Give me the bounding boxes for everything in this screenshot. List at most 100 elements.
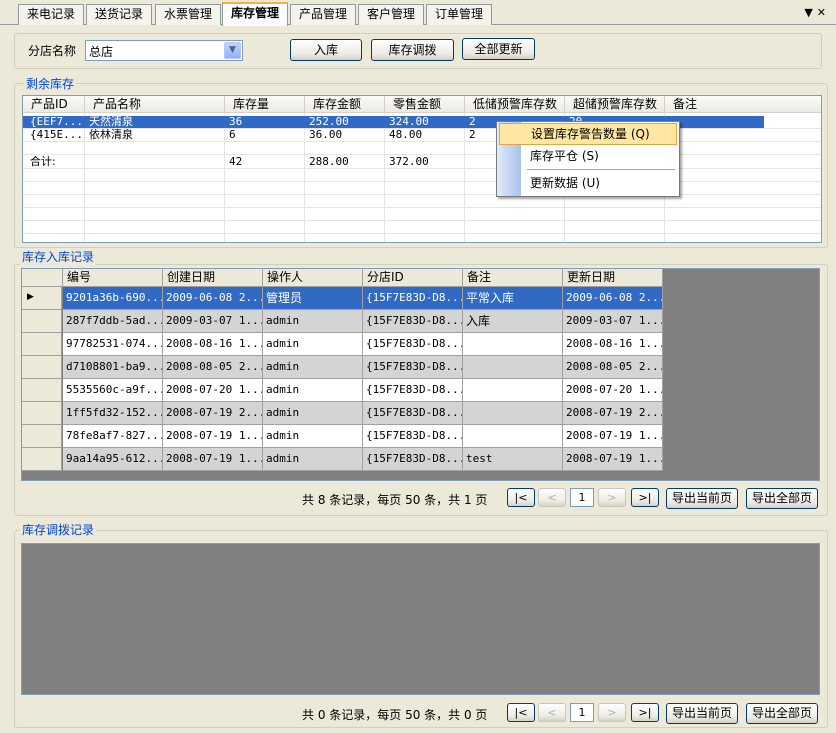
table-cell[interactable]: d7108801-ba9... — [63, 356, 163, 379]
col-header-retail-amount[interactable]: 零售金额 — [385, 96, 465, 113]
transfers-export-current-button[interactable]: 导出当前页 — [666, 703, 738, 724]
menu-item-set-warning[interactable]: 设置库存警告数量 (Q) — [499, 123, 677, 145]
table-cell[interactable]: 平常入库 — [463, 287, 563, 310]
col-header-branch-id[interactable]: 分店ID — [363, 269, 463, 287]
col-header-updated[interactable]: 更新日期 — [563, 269, 663, 287]
records-export-all-button[interactable]: 导出全部页 — [746, 488, 818, 509]
tab-products[interactable]: 产品管理 — [290, 4, 357, 25]
table-cell[interactable] — [463, 425, 563, 448]
row-header[interactable] — [22, 356, 62, 379]
row-header[interactable] — [22, 310, 62, 333]
tab-orders[interactable]: 订单管理 — [426, 4, 493, 25]
row-header[interactable]: ▶ — [22, 287, 62, 310]
records-next-page-button[interactable]: > — [598, 488, 626, 507]
menu-item-stock-balance[interactable]: 库存平仓 (S) — [499, 145, 677, 167]
refresh-all-button[interactable]: 全部更新 — [462, 38, 535, 60]
close-icon[interactable]: ✕ — [817, 6, 830, 19]
table-cell[interactable]: {15F7E83D-D8... — [363, 425, 463, 448]
tab-delivery-records[interactable]: 送货记录 — [86, 4, 153, 25]
transfers-export-all-button[interactable]: 导出全部页 — [746, 703, 818, 724]
row-header[interactable] — [22, 448, 62, 471]
chevron-down-icon[interactable]: ▼ — [224, 42, 241, 59]
transfers-prev-page-button[interactable]: < — [538, 703, 566, 722]
table-cell[interactable]: 入库 — [463, 310, 563, 333]
table-cell[interactable] — [463, 402, 563, 425]
table-cell[interactable]: admin — [263, 425, 363, 448]
tab-water-tickets[interactable]: 水票管理 — [155, 4, 222, 25]
table-cell[interactable]: test — [463, 448, 563, 471]
table-cell[interactable]: 2008-08-16 1... — [163, 333, 263, 356]
table-cell[interactable]: 2008-07-19 2... — [163, 402, 263, 425]
records-grid[interactable]: 编号 创建日期 操作人 分店ID 备注 更新日期 ▶ 9201a36b-690..… — [21, 268, 820, 481]
table-cell[interactable]: 2009-03-07 1... — [163, 310, 263, 333]
table-cell[interactable] — [463, 379, 563, 402]
table-cell[interactable] — [463, 356, 563, 379]
transfers-page-input[interactable]: 1 — [570, 703, 594, 722]
table-cell[interactable]: 2008-08-16 1... — [563, 333, 663, 356]
inventory-list[interactable]: 产品ID 产品名称 库存量 库存金额 零售金额 低储预警库存数 超储预警库存数 … — [22, 95, 822, 243]
table-cell[interactable]: 78fe8af7-827... — [63, 425, 163, 448]
table-cell[interactable]: 管理员 — [263, 287, 363, 310]
branch-select[interactable]: 总店 ▼ — [85, 40, 243, 61]
table-cell[interactable]: 2008-08-05 2... — [163, 356, 263, 379]
table-cell[interactable] — [463, 333, 563, 356]
table-cell[interactable]: 2008-08-05 2... — [563, 356, 663, 379]
table-cell[interactable]: 2009-06-08 2... — [163, 287, 263, 310]
table-cell[interactable]: {15F7E83D-D8... — [363, 402, 463, 425]
table-cell[interactable]: 2008-07-19 2... — [563, 402, 663, 425]
table-cell[interactable]: 2008-07-20 1... — [563, 379, 663, 402]
transfers-grid[interactable] — [21, 543, 820, 695]
table-cell[interactable]: admin — [263, 379, 363, 402]
records-export-current-button[interactable]: 导出当前页 — [666, 488, 738, 509]
records-prev-page-button[interactable]: < — [538, 488, 566, 507]
col-header-operator[interactable]: 操作人 — [263, 269, 363, 287]
table-cell[interactable]: admin — [263, 356, 363, 379]
table-cell[interactable]: 287f7ddb-5ad... — [63, 310, 163, 333]
table-cell[interactable]: 2009-06-08 2... — [563, 287, 663, 310]
table-cell[interactable]: admin — [263, 310, 363, 333]
transfers-last-page-button[interactable]: >| — [631, 703, 659, 722]
col-header-product-id[interactable]: 产品ID — [23, 96, 85, 113]
table-cell[interactable]: 2009-03-07 1... — [563, 310, 663, 333]
in-stock-button[interactable]: 入库 — [290, 39, 362, 61]
row-header[interactable] — [22, 402, 62, 425]
chevron-down-icon[interactable]: ▼ — [804, 6, 816, 19]
col-header-product-name[interactable]: 产品名称 — [85, 96, 225, 113]
col-header-created[interactable]: 创建日期 — [163, 269, 263, 287]
row-header[interactable] — [22, 425, 62, 448]
records-page-input[interactable]: 1 — [570, 488, 594, 507]
table-cell[interactable]: admin — [263, 448, 363, 471]
col-header-stock-qty[interactable]: 库存量 — [225, 96, 305, 113]
table-cell[interactable]: {15F7E83D-D8... — [363, 333, 463, 356]
menu-item-refresh-data[interactable]: 更新数据 (U) — [499, 172, 677, 194]
table-cell[interactable]: 2008-07-19 1... — [563, 448, 663, 471]
row-header[interactable] — [22, 379, 62, 402]
table-cell[interactable]: 2008-07-19 1... — [563, 425, 663, 448]
tab-customers[interactable]: 客户管理 — [358, 4, 425, 25]
table-cell[interactable]: {15F7E83D-D8... — [363, 310, 463, 333]
table-cell[interactable]: 5535560c-a9f... — [63, 379, 163, 402]
transfers-first-page-button[interactable]: |< — [507, 703, 535, 722]
table-cell[interactable]: {15F7E83D-D8... — [363, 379, 463, 402]
col-header-id[interactable]: 编号 — [63, 269, 163, 287]
col-header-stock-amount[interactable]: 库存金额 — [305, 96, 385, 113]
table-cell[interactable]: 97782531-074... — [63, 333, 163, 356]
col-header-high-warning[interactable]: 超储预警库存数 — [565, 96, 665, 113]
col-header-remark[interactable]: 备注 — [463, 269, 563, 287]
table-cell[interactable]: 9201a36b-690... — [63, 287, 163, 310]
table-cell[interactable]: admin — [263, 333, 363, 356]
table-cell[interactable]: {15F7E83D-D8... — [363, 448, 463, 471]
tab-call-records[interactable]: 来电记录 — [18, 4, 85, 25]
col-header-remark[interactable]: 备注 — [665, 96, 821, 113]
table-cell[interactable]: {15F7E83D-D8... — [363, 287, 463, 310]
transfer-button[interactable]: 库存调拨 — [371, 39, 454, 61]
table-cell[interactable]: admin — [263, 402, 363, 425]
row-header[interactable] — [22, 333, 62, 356]
records-last-page-button[interactable]: >| — [631, 488, 659, 507]
table-cell[interactable]: 2008-07-20 1... — [163, 379, 263, 402]
table-cell[interactable]: 1ff5fd32-152... — [63, 402, 163, 425]
table-cell[interactable]: 9aa14a95-612... — [63, 448, 163, 471]
tab-inventory[interactable]: 库存管理 — [222, 2, 289, 26]
table-cell[interactable]: 2008-07-19 1... — [163, 425, 263, 448]
table-cell[interactable]: 2008-07-19 1... — [163, 448, 263, 471]
